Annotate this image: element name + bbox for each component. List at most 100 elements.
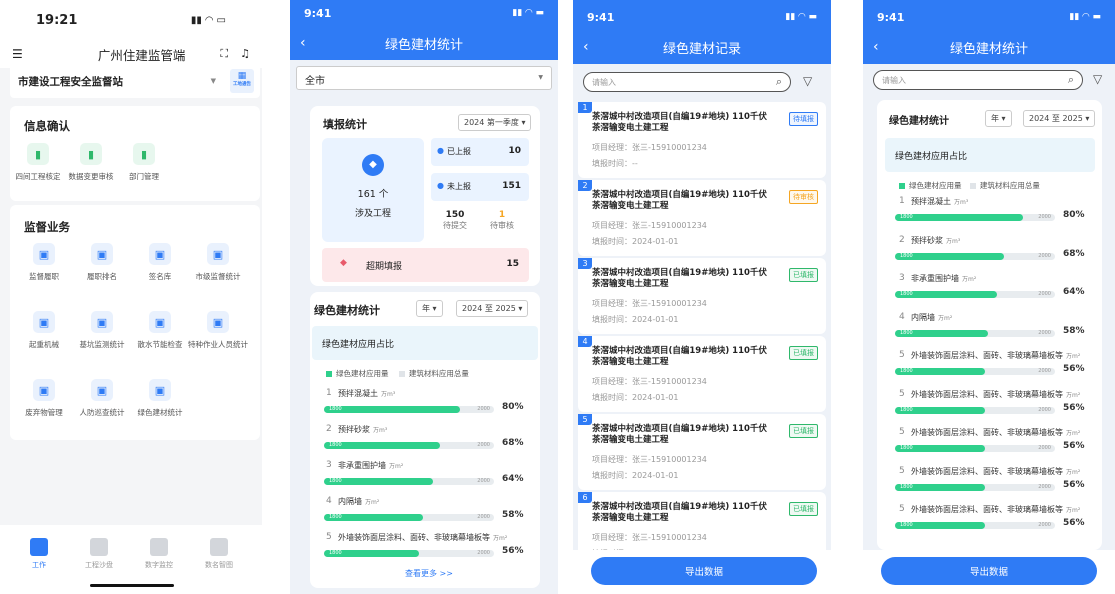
work-icon bbox=[30, 538, 48, 556]
supervise-item[interactable]: ▣ 绿色建材统计 bbox=[130, 379, 190, 418]
green-stats-screen: 9:41 ▮▮ ◠ ▬ ‹ 绿色建材统计 全市 ▼ 填报统计 2024 第一季度… bbox=[290, 0, 558, 594]
record-card[interactable]: 1 茶滘城中村改造项目(自编19#地块) 110千伏茶滘输变电土建工程 待填报 项目经… bbox=[578, 102, 826, 178]
material-total: 2000 bbox=[477, 550, 490, 556]
site-button-label: 工地通告 bbox=[233, 82, 251, 87]
back-icon[interactable]: ‹ bbox=[300, 35, 306, 51]
legend: 绿色建材应用量 建筑材料应用总量 bbox=[326, 368, 469, 379]
supervise-item[interactable]: ▣ 人防巡查统计 bbox=[72, 379, 132, 418]
record-card[interactable]: 2 茶滘城中村改造项目(自编19#地块) 110千伏茶滘输变电土建工程 待审核 项目经… bbox=[578, 180, 826, 256]
material-percent: 56% bbox=[502, 546, 524, 556]
material-total: 2000 bbox=[1038, 214, 1051, 220]
tab-monitor[interactable]: 数字监控 bbox=[134, 538, 184, 570]
material-name: 预拌混凝土 万m³ bbox=[911, 196, 968, 207]
quarter-value: 2024 第一季度 bbox=[464, 118, 519, 127]
period-type-select[interactable]: 年 ▾ bbox=[416, 300, 443, 317]
record-card[interactable]: 3 茶滘城中村改造项目(自编19#地块) 110千伏茶滘输变电土建工程 已填报 项目经… bbox=[578, 258, 826, 334]
material-used: 1800 bbox=[900, 445, 913, 451]
tab-work[interactable]: 工作 bbox=[14, 538, 64, 570]
material-percent: 80% bbox=[1063, 210, 1085, 220]
filter-icon[interactable]: ▽ bbox=[803, 74, 812, 88]
tab-map[interactable]: 数名智图 bbox=[194, 538, 244, 570]
supervise-item[interactable]: ▣ 履职排名 bbox=[72, 243, 132, 282]
back-icon[interactable]: ‹ bbox=[583, 39, 589, 55]
status-badge: 已填报 bbox=[789, 268, 818, 282]
supervise-item[interactable]: ▣ 基坑监测统计 bbox=[72, 311, 132, 350]
home-indicator bbox=[90, 584, 174, 587]
legend: 绿色建材应用量 建筑材料应用总量 bbox=[899, 180, 1040, 191]
unreported-label: 未上报 bbox=[447, 182, 471, 191]
material-bar-fill: 1800 bbox=[324, 514, 423, 521]
green-records-screen: 9:41 ▮▮ ◠ ▬ ‹ 绿色建材记录 请输入 ⌕ ▽ 1 茶滘城中村改造项目(… bbox=[573, 0, 831, 594]
project-count: 161 个 bbox=[357, 189, 389, 200]
city-select[interactable]: 全市 ▼ bbox=[296, 66, 552, 90]
bell-icon[interactable]: ♫ bbox=[240, 47, 250, 61]
export-button[interactable]: 导出数据 bbox=[591, 557, 817, 585]
supervise-item-label: 起重机械 bbox=[29, 340, 59, 349]
supervise-item[interactable]: ▣ 签名库 bbox=[130, 243, 190, 282]
supervise-item[interactable]: ▣ 特种作业人员统计 bbox=[188, 311, 248, 350]
supervise-item[interactable]: ▣ 废弃物管理 bbox=[14, 379, 74, 418]
period-range-select[interactable]: 2024 至 2025 ▾ bbox=[1023, 110, 1096, 127]
check-icon: ● bbox=[437, 146, 444, 155]
supervise-item[interactable]: ▣ 散水节能检查 bbox=[130, 311, 190, 350]
legend-green: 绿色建材应用量 bbox=[336, 369, 389, 378]
site-selector[interactable]: 市建设工程安全监督站 ▼ ▦ 工地通告 bbox=[10, 64, 260, 98]
supervise-item-label: 市级监督统计 bbox=[195, 272, 241, 281]
site-button[interactable]: ▦ 工地通告 bbox=[230, 69, 254, 93]
material-bar-track: 1800 2000 bbox=[324, 514, 494, 521]
material-total: 2000 bbox=[1038, 445, 1051, 451]
page-title: 绿色建材统计 bbox=[949, 41, 1028, 57]
material-bar-fill: 1800 bbox=[324, 442, 440, 449]
tab-sandbox[interactable]: 工程沙盘 bbox=[74, 538, 124, 570]
material-name-text: 非承重围护墙 bbox=[338, 461, 386, 470]
material-rank: 4 bbox=[899, 311, 905, 322]
material-bar-track: 1800 2000 bbox=[895, 291, 1055, 298]
material-rank: 5 bbox=[899, 350, 905, 360]
period-type-select[interactable]: 年 ▾ bbox=[985, 110, 1012, 127]
info-item[interactable]: ▮ 四间工程核定 bbox=[8, 143, 68, 182]
supervise-item[interactable]: ▣ 监督履职 bbox=[14, 243, 74, 282]
back-icon[interactable]: ‹ bbox=[873, 39, 879, 55]
material-rank: 1 bbox=[326, 388, 332, 398]
supervise-item[interactable]: ▣ 市级监督统计 bbox=[188, 243, 248, 282]
material-unit: 万m³ bbox=[954, 199, 969, 206]
green-card: 绿色建材统计 年 ▾ 2024 至 2025 ▾ 绿色建材应用占比 绿色建材应用… bbox=[877, 100, 1102, 550]
see-more-link[interactable]: 查看更多 >> bbox=[405, 568, 453, 579]
overdue-label: 超期填报 bbox=[366, 262, 403, 272]
menu-icon[interactable]: ☰ bbox=[12, 47, 23, 61]
export-button[interactable]: 导出数据 bbox=[881, 557, 1097, 585]
search-input[interactable]: 请输入 ⌕ bbox=[583, 72, 791, 92]
record-card[interactable]: 5 茶滘城中村改造项目(自编19#地块) 110千伏茶滘输变电土建工程 已填报 项目经… bbox=[578, 414, 826, 490]
material-rank: 1 bbox=[899, 196, 905, 206]
filter-icon[interactable]: ▽ bbox=[1093, 72, 1102, 86]
overdue-stat[interactable]: ◆ 超期填报 15 bbox=[322, 248, 529, 282]
quarter-select[interactable]: 2024 第一季度 ▾ bbox=[458, 114, 532, 131]
material-bar-track: 1800 2000 bbox=[895, 252, 1055, 260]
status-bar: 19:21 ▮▮ ◠ ▭ bbox=[0, 0, 262, 40]
period-range-select[interactable]: 2024 至 2025 ▾ bbox=[456, 300, 529, 317]
material-bar-fill: 1800 bbox=[895, 406, 985, 414]
material-name: 预拌砂浆 万m³ bbox=[911, 235, 960, 246]
material-used: 1800 bbox=[329, 406, 342, 412]
info-item[interactable]: ▮ 数据变更审核 bbox=[61, 143, 121, 182]
info-item[interactable]: ▮ 部门管理 bbox=[114, 143, 174, 182]
supervise-item[interactable]: ▣ 起重机械 bbox=[14, 311, 74, 350]
monitor-icon: ▣ bbox=[91, 311, 113, 333]
pending-submit-value: 150 bbox=[445, 210, 465, 220]
info-item-label: 四间工程核定 bbox=[15, 172, 61, 181]
status-badge: 待填报 bbox=[789, 112, 818, 126]
project-icon: ◆ bbox=[362, 154, 384, 176]
scan-icon[interactable]: ⛶ bbox=[220, 47, 228, 61]
unreported-stat: ● 未上报 151 bbox=[431, 173, 529, 201]
record-card[interactable]: 4 茶滘城中村改造项目(自编19#地块) 110千伏茶滘输变电土建工程 已填报 项目经… bbox=[578, 336, 826, 412]
tab-label: 数字监控 bbox=[145, 561, 173, 569]
material-percent: 68% bbox=[502, 438, 524, 448]
search-input[interactable]: 请输入 ⌕ bbox=[873, 70, 1083, 90]
material-used: 1800 bbox=[900, 329, 913, 336]
sandbox-icon bbox=[90, 538, 108, 556]
record-manager: 项目经理：张三-15910001234 bbox=[592, 377, 707, 386]
material-unit: 万m² bbox=[938, 314, 953, 322]
material-bar-track: 1800 2000 bbox=[324, 406, 494, 413]
material-percent: 68% bbox=[1063, 248, 1085, 259]
material-name: 非承重围护墙 万m² bbox=[338, 460, 403, 471]
